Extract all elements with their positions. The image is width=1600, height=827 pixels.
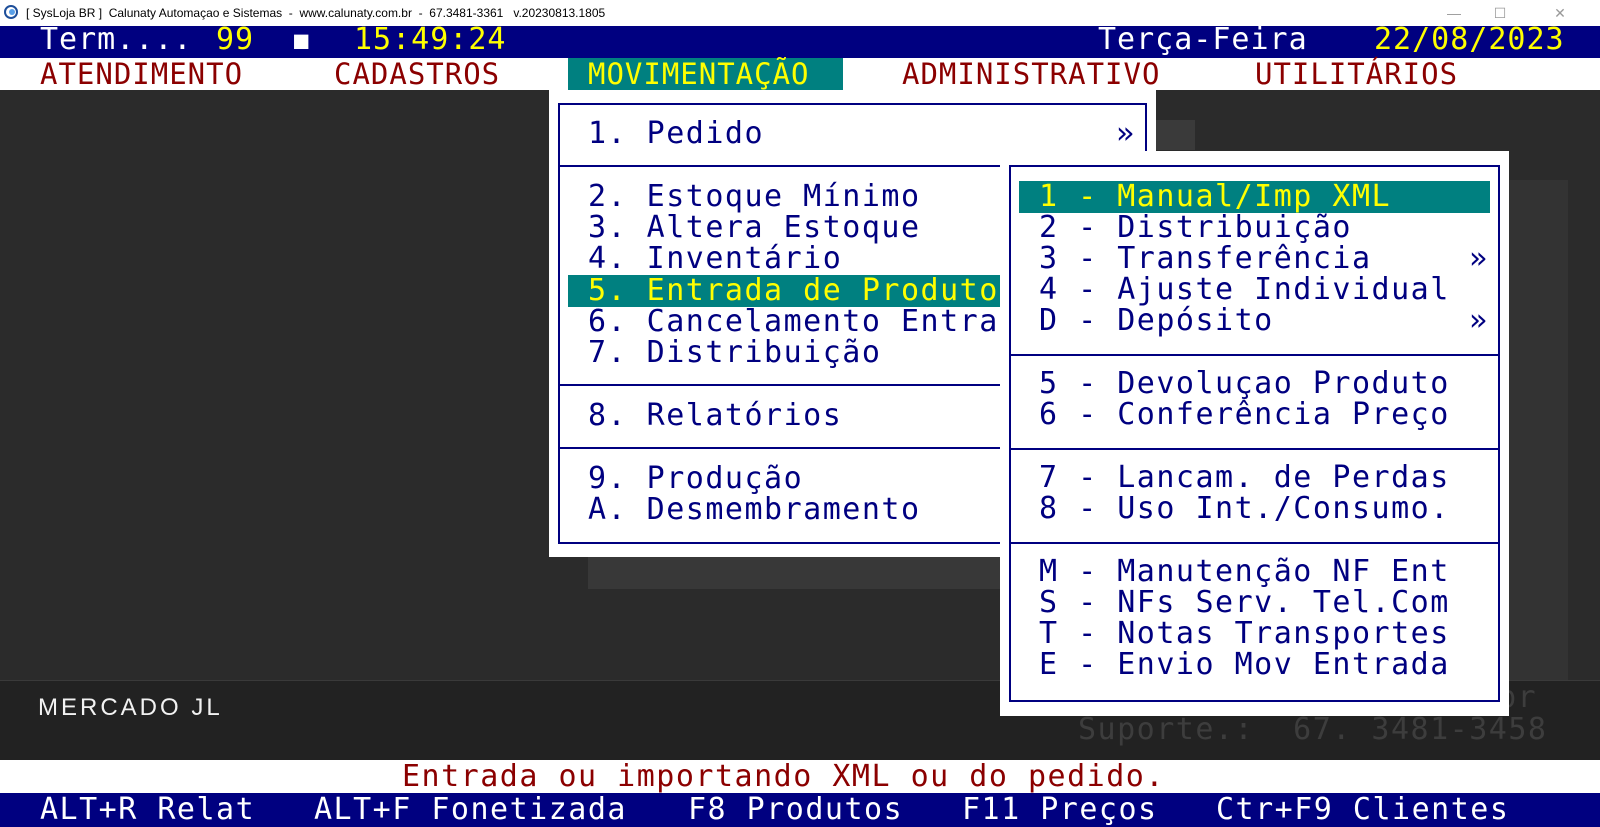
submenu-item-uso-interno[interactable]: 8 - Uso Int./Consumo. [1039, 493, 1450, 525]
submenu-separator [1009, 542, 1500, 544]
function-key-bar: ALT+R Relat ALT+F Fonetizada F8 Produtos… [0, 793, 1600, 827]
indicator-icon: ■ [294, 26, 310, 54]
submenu-item-conferencia-preco[interactable]: 6 - Conferência Preço [1039, 399, 1450, 431]
submenu-item-deposito[interactable]: D - Depósito [1039, 305, 1274, 337]
menu-administrativo[interactable]: ADMINISTRATIVO [902, 58, 1160, 90]
clock: 15:49:24 [354, 22, 507, 57]
menu-bar: ATENDIMENTO CADASTROS MOVIMENTAÇÃO ADMIN… [0, 58, 1600, 90]
submenu-item-notas-transportes[interactable]: T - Notas Transportes [1039, 618, 1450, 650]
submenu-item-distribuicao[interactable]: 2 - Distribuição [1039, 212, 1352, 244]
menu-item-pedido[interactable]: 1. Pedido [588, 118, 764, 150]
window-title: [ SysLoja BR ] Calunaty Automaçao e Sist… [26, 6, 606, 20]
submenu-separator [1009, 354, 1500, 356]
menu-item-desmembramento[interactable]: A. Desmembramento [588, 494, 921, 526]
submenu-item-lancam-perdas[interactable]: 7 - Lancam. de Perdas [1039, 462, 1450, 494]
shadow-block [1155, 120, 1195, 150]
submenu-arrow-icon: » [1469, 241, 1488, 276]
menu-item-altera-estoque[interactable]: 3. Altera Estoque [588, 212, 921, 244]
fkey-f11-precos[interactable]: F11 Preços [962, 793, 1158, 827]
support-phone: Suporte.: 67. 3481-3458 [1078, 712, 1548, 747]
menu-item-estoque-minimo[interactable]: 2. Estoque Mínimo [588, 181, 921, 213]
submenu-item-envio-mov-entrada[interactable]: E - Envio Mov Entrada [1039, 649, 1450, 681]
fkey-ctrl-f9-clientes[interactable]: Ctr+F9 Clientes [1216, 793, 1509, 827]
minimize-button[interactable]: — [1434, 3, 1474, 23]
app-icon [4, 5, 18, 19]
hint-line: Entrada ou importando XML ou do pedido. [0, 760, 1600, 793]
submenu-separator [1009, 448, 1500, 450]
submenu-item-transferencia[interactable]: 3 - Transferência [1039, 243, 1372, 275]
maximize-button[interactable]: ☐ [1480, 3, 1520, 23]
term-number: 99 [216, 22, 255, 57]
fkey-f8-produtos[interactable]: F8 Produtos [688, 793, 903, 827]
submenu-arrow-icon: » [1469, 303, 1488, 338]
hint-text: Entrada ou importando XML ou do pedido. [402, 759, 1165, 794]
menu-item-distribuicao[interactable]: 7. Distribuição [588, 337, 881, 369]
close-button[interactable]: ✕ [1540, 3, 1580, 23]
menu-item-entrada-de-produto[interactable]: 5. Entrada de Produto [568, 275, 1008, 307]
menu-atendimento[interactable]: ATENDIMENTO [40, 58, 243, 90]
menu-cadastros[interactable]: CADASTROS [334, 58, 500, 90]
menu-utilitarios[interactable]: UTILITÁRIOS [1255, 58, 1458, 90]
submenu-item-manutencao-nf[interactable]: M - Manutenção NF Ent [1039, 556, 1450, 588]
menu-item-inventario[interactable]: 4. Inventário [588, 243, 842, 275]
status-line: Term.... 99 ■ 15:49:24 Terça-Feira 22/08… [0, 22, 1600, 58]
submenu-item-devolucao-produto[interactable]: 5 - Devoluçao Produto [1039, 368, 1450, 400]
menu-movimentacao[interactable]: MOVIMENTAÇÃO [568, 58, 843, 90]
entrada-submenu: 1 - Manual/Imp XML 2 - Distribuição 3 - … [1000, 151, 1509, 716]
submenu-shadow [1508, 180, 1568, 680]
fkey-alt-f-fonetizada[interactable]: ALT+F Fonetizada [314, 793, 627, 827]
menu-item-producao[interactable]: 9. Produção [588, 463, 803, 495]
date: 22/08/2023 [1374, 22, 1565, 57]
weekday: Terça-Feira [1098, 22, 1308, 57]
submenu-item-ajuste-individual[interactable]: 4 - Ajuste Individual [1039, 274, 1450, 306]
submenu-item-manual-imp-xml[interactable]: 1 - Manual/Imp XML [1019, 181, 1490, 213]
submenu-arrow-icon: » [1116, 116, 1135, 151]
company-name: MERCADO JL [38, 694, 223, 721]
term-label: Term.... [40, 22, 193, 57]
fkey-alt-r-relat[interactable]: ALT+R Relat [40, 793, 255, 827]
menu-item-relatorios[interactable]: 8. Relatórios [588, 400, 842, 432]
menu-item-cancelamento-entrada[interactable]: 6. Cancelamento Entra [588, 306, 999, 338]
submenu-item-nfs-serv-tel[interactable]: S - NFs Serv. Tel.Com [1039, 587, 1450, 619]
